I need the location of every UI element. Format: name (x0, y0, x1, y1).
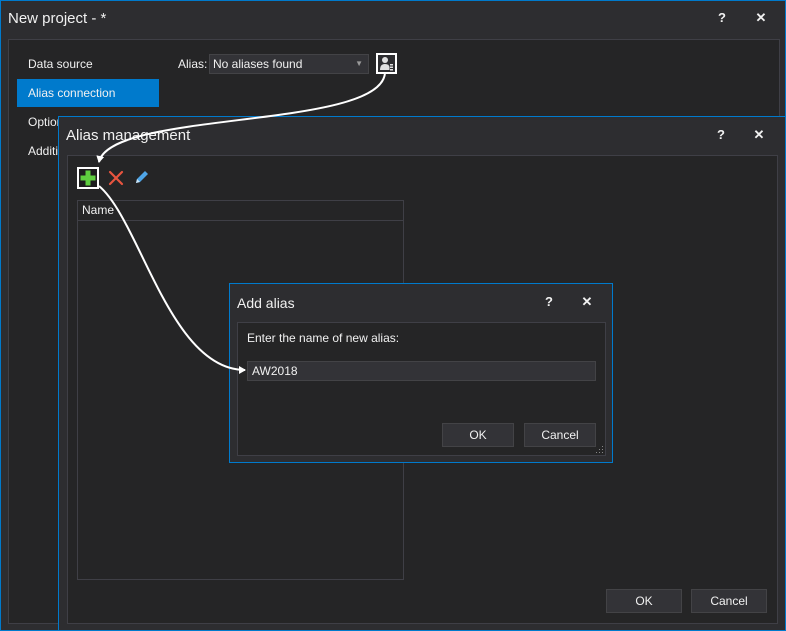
user-settings-icon (380, 57, 393, 71)
close-button[interactable]: ✕ (751, 8, 771, 28)
manage-aliases-button[interactable] (376, 53, 397, 74)
chevron-down-icon: ▼ (355, 59, 363, 68)
nav-item-label: Data source (28, 57, 93, 71)
add-alias-button[interactable] (77, 167, 99, 189)
close-button[interactable]: ✕ (577, 292, 597, 312)
nav-item-data-source[interactable]: Data source (17, 50, 159, 78)
alias-name-prompt: Enter the name of new alias: (247, 331, 400, 345)
close-button[interactable]: ✕ (749, 125, 769, 145)
alias-label: Alias: (178, 57, 208, 71)
plus-icon (80, 170, 96, 186)
cancel-button[interactable]: Cancel (691, 589, 767, 613)
edit-alias-button[interactable] (131, 168, 151, 188)
ok-button[interactable]: OK (606, 589, 682, 613)
help-button[interactable]: ? (711, 125, 731, 145)
dialog-title: Add alias (237, 295, 295, 311)
alias-combo-value: No aliases found (213, 57, 303, 71)
x-icon (108, 170, 124, 186)
window-title: Alias management (66, 127, 191, 144)
resize-grip-icon[interactable] (596, 446, 604, 454)
pencil-icon (136, 171, 148, 183)
help-button[interactable]: ? (712, 8, 732, 28)
delete-alias-button[interactable] (106, 168, 126, 188)
title-bar[interactable]: Alias management ? ✕ (59, 117, 785, 153)
nav-item-alias-connection[interactable]: Alias connection (17, 79, 159, 107)
window-title: New project - * (8, 10, 107, 27)
nav-item-label: Alias connection (28, 86, 116, 100)
add-alias-dialog: Add alias ? ✕ Enter the name of new alia… (229, 283, 613, 463)
title-bar[interactable]: Add alias ? ✕ (230, 284, 612, 320)
title-bar[interactable]: New project - * ? ✕ (1, 1, 785, 37)
grid-column-name[interactable]: Name (78, 201, 403, 221)
help-button[interactable]: ? (539, 292, 559, 312)
add-alias-content-panel: Enter the name of new alias: AW2018 OK C… (237, 322, 606, 456)
cancel-button[interactable]: Cancel (524, 423, 596, 447)
alias-name-input[interactable]: AW2018 (247, 361, 596, 381)
ok-button[interactable]: OK (442, 423, 514, 447)
alias-combo[interactable]: No aliases found ▼ (209, 54, 369, 74)
